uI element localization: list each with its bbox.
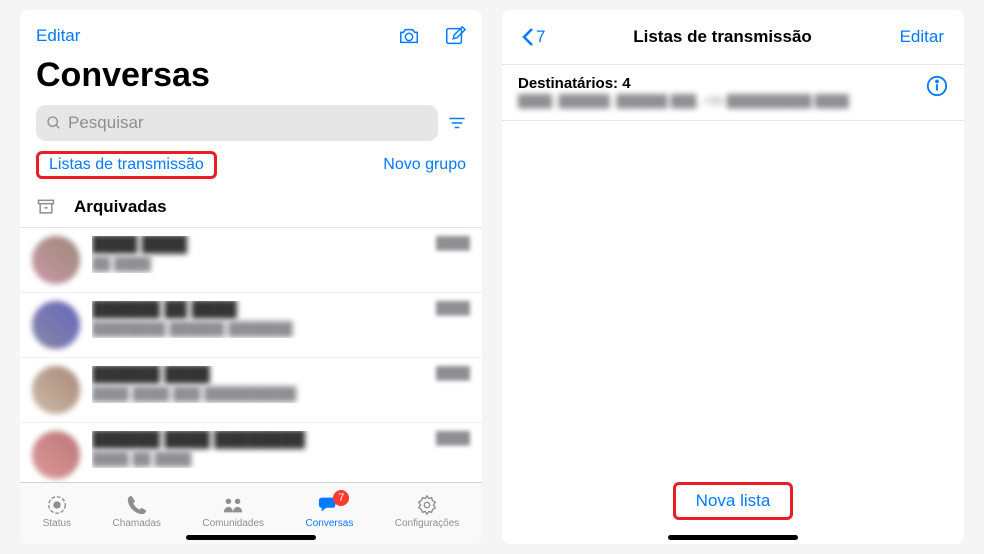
tab-settings[interactable]: Configurações	[395, 494, 459, 529]
chat-preview: ████ ████ ███ ██████████	[92, 386, 296, 401]
chat-item[interactable]: ████ ████ ██ ████ ████	[20, 228, 482, 293]
tab-communities[interactable]: Comunidades	[202, 494, 264, 529]
tab-label: Comunidades	[202, 518, 264, 529]
chat-name: ██████ ████	[92, 366, 210, 384]
tab-status[interactable]: Status	[43, 494, 71, 529]
broadcast-list-item[interactable]: Destinatários: 4 ████, ██████, ██████ ██…	[502, 64, 964, 121]
highlight-new-list: Nova lista	[673, 482, 794, 520]
info-icon[interactable]	[926, 75, 948, 97]
avatar	[32, 301, 80, 349]
recipients-count: Destinatários: 4	[518, 75, 849, 92]
new-list-link[interactable]: Nova lista	[696, 491, 771, 510]
chat-preview: ████ ██ ████	[92, 451, 191, 466]
new-group-link[interactable]: Novo grupo	[383, 156, 466, 174]
tab-label: Conversas	[306, 518, 354, 529]
status-icon	[45, 494, 69, 516]
chat-name: ████ ████	[92, 236, 187, 254]
gear-icon	[415, 494, 439, 516]
archived-label: Arquivadas	[74, 197, 167, 217]
home-indicator[interactable]	[668, 535, 798, 540]
edit-link[interactable]: Editar	[36, 26, 80, 46]
compose-icon[interactable]	[444, 25, 466, 47]
chat-item[interactable]: ██████ ██ ████ ████████ ██████ ███████ █…	[20, 293, 482, 358]
avatar	[32, 236, 80, 284]
communities-icon	[221, 494, 245, 516]
archive-icon	[36, 197, 56, 217]
avatar	[32, 366, 80, 414]
highlight-broadcast: Listas de transmissão	[36, 151, 217, 179]
recipients-names: ████, ██████, ██████ ███, +55 ██████████…	[518, 94, 849, 108]
chevron-left-icon	[522, 27, 534, 47]
edit-link[interactable]: Editar	[900, 27, 944, 47]
chat-time: ████	[436, 366, 470, 380]
phone-left: Editar Conversas Pesquisar	[20, 10, 482, 544]
search-icon	[46, 115, 62, 131]
chat-name: ██████ ████ ████████	[92, 431, 305, 449]
tab-label: Configurações	[395, 518, 459, 529]
chat-time: ████	[436, 431, 470, 445]
header-title: Listas de transmissão	[633, 27, 812, 47]
chat-time: ████	[436, 301, 470, 315]
archived-row[interactable]: Arquivadas	[20, 187, 482, 228]
chat-preview: ██ ████	[92, 256, 151, 271]
search-input[interactable]: Pesquisar	[36, 105, 438, 141]
chat-name: ██████ ██ ████	[92, 301, 237, 319]
chat-time: ████	[436, 236, 470, 250]
tab-label: Status	[43, 518, 71, 529]
unread-badge: 7	[333, 490, 349, 506]
tab-calls[interactable]: Chamadas	[113, 494, 161, 529]
filter-icon[interactable]	[448, 115, 466, 131]
back-count: 7	[536, 27, 545, 47]
phone-right: 7 Listas de transmissão Editar Destinatá…	[502, 10, 964, 544]
broadcast-lists-link[interactable]: Listas de transmissão	[43, 153, 210, 176]
chat-list: ████ ████ ██ ████ ████ ██████ ██ ████ ██…	[20, 228, 482, 482]
back-button[interactable]: 7	[522, 27, 545, 47]
page-title: Conversas	[36, 56, 466, 95]
phone-icon	[125, 494, 149, 516]
chat-item[interactable]: ██████ ████ ████ ████ ███ ██████████ ███…	[20, 358, 482, 423]
camera-icon[interactable]	[398, 25, 420, 47]
home-indicator[interactable]	[186, 535, 316, 540]
tab-chats[interactable]: 7 Conversas	[306, 494, 354, 529]
tab-label: Chamadas	[113, 518, 161, 529]
avatar	[32, 431, 80, 479]
chat-item[interactable]: ██████ ████ ████████ ████ ██ ████ ████	[20, 423, 482, 482]
chat-preview: ████████ ██████ ███████	[92, 321, 293, 336]
search-placeholder: Pesquisar	[68, 113, 144, 133]
